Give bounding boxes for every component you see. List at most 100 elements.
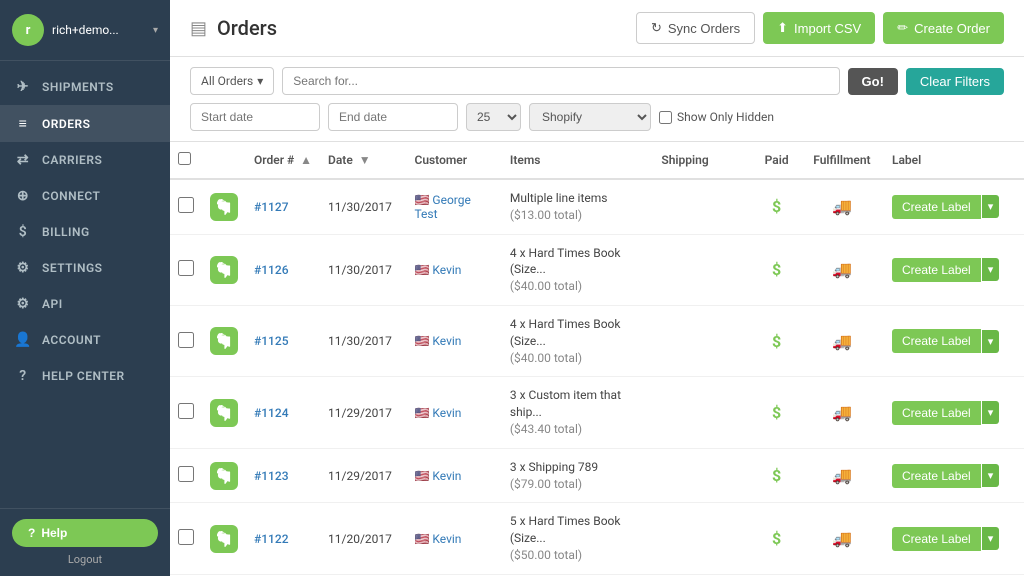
create-label-group: Create Label ▾ xyxy=(892,527,1016,551)
show-hidden-checkbox-label[interactable]: Show Only Hidden xyxy=(659,110,774,124)
sidebar-item-label: SHIPMENTS xyxy=(42,80,114,94)
order-filter-dropdown[interactable]: All Orders ▾ xyxy=(190,67,274,95)
items-description: 4 x Hard Times Book (Size...($40.00 tota… xyxy=(510,245,646,295)
sidebar-item-label: CARRIERS xyxy=(42,153,102,167)
table-row: #1124 11/29/2017 🇺🇸 Kevin 3 x Custom ite… xyxy=(170,377,1024,448)
table-row: #1126 11/30/2017 🇺🇸 Kevin 4 x Hard Times… xyxy=(170,234,1024,305)
shipping-info xyxy=(653,503,753,574)
table-row: #1123 11/29/2017 🇺🇸 Kevin 3 x Shipping 7… xyxy=(170,448,1024,503)
settings-icon: ⚙ xyxy=(14,260,32,276)
sidebar-item-carriers[interactable]: ⇄ CARRIERS xyxy=(0,142,170,178)
create-label-button[interactable]: Create Label xyxy=(892,195,981,219)
order-date: 11/29/2017 xyxy=(320,448,406,503)
go-button[interactable]: Go! xyxy=(848,68,898,95)
create-label-button[interactable]: Create Label xyxy=(892,329,981,353)
show-hidden-checkbox[interactable] xyxy=(659,111,672,124)
help-center-icon: ? xyxy=(14,368,32,384)
main-content: ▤ Orders ↻ Sync Orders ⬆ Import CSV ✏ Cr… xyxy=(170,0,1024,576)
sidebar-item-help-center[interactable]: ? HELP CENTER xyxy=(0,358,170,394)
create-label-dropdown-button[interactable]: ▾ xyxy=(982,527,1000,550)
customer-link[interactable]: Kevin xyxy=(432,469,461,483)
table-row: #1127 11/30/2017 🇺🇸 George Test Multiple… xyxy=(170,179,1024,234)
logout-link[interactable]: Logout xyxy=(12,553,158,566)
create-label-dropdown-button[interactable]: ▾ xyxy=(982,464,1000,487)
order-number-link[interactable]: #1126 xyxy=(254,263,289,277)
shipping-info xyxy=(653,305,753,376)
sidebar-item-label: ACCOUNT xyxy=(42,333,101,347)
create-label-dropdown-button[interactable]: ▾ xyxy=(982,330,1000,353)
create-label-button[interactable]: Create Label xyxy=(892,258,981,282)
sidebar-item-account[interactable]: 👤 ACCOUNT xyxy=(0,322,170,358)
row-checkbox[interactable] xyxy=(178,403,194,419)
order-date: 11/30/2017 xyxy=(320,234,406,305)
flag-icon: 🇺🇸 xyxy=(414,469,429,483)
flag-icon: 🇺🇸 xyxy=(414,406,429,420)
end-date-input[interactable] xyxy=(328,103,458,131)
col-icon-header xyxy=(202,142,246,179)
col-items-header: Items xyxy=(502,142,654,179)
paid-icon: $ xyxy=(772,332,781,351)
store-select[interactable]: Shopify WooCommerce xyxy=(529,103,651,131)
fulfillment-icon: 🚚 xyxy=(832,466,852,485)
order-number-link[interactable]: #1123 xyxy=(254,469,289,483)
shopify-store-icon xyxy=(210,462,238,490)
order-date: 11/30/2017 xyxy=(320,179,406,234)
sidebar-item-connect[interactable]: ⊕ CONNECT xyxy=(0,178,170,214)
sidebar-item-label: ORDERS xyxy=(42,117,90,131)
customer-link[interactable]: Kevin xyxy=(432,263,461,277)
create-label-dropdown-button[interactable]: ▾ xyxy=(982,258,1000,281)
customer-link[interactable]: Kevin xyxy=(432,334,461,348)
create-label-dropdown-button[interactable]: ▾ xyxy=(982,195,1000,218)
paid-icon: $ xyxy=(772,197,781,216)
orders-table: Order # ▲ Date ▼ Customer Items Shipping… xyxy=(170,142,1024,576)
start-date-input[interactable] xyxy=(190,103,320,131)
create-order-button[interactable]: ✏ Create Order xyxy=(883,12,1004,44)
row-checkbox[interactable] xyxy=(178,529,194,545)
filter-row-2: 25 50 100 Shopify WooCommerce Show Only … xyxy=(190,103,1004,131)
select-all-checkbox[interactable] xyxy=(178,152,191,165)
search-input[interactable] xyxy=(282,67,839,95)
import-csv-button[interactable]: ⬆ Import CSV xyxy=(763,12,875,44)
col-fulfillment-header: Fulfillment xyxy=(800,142,884,179)
sidebar-logo[interactable]: r rich+demo... ▾ xyxy=(0,0,170,61)
create-label-button[interactable]: Create Label xyxy=(892,527,981,551)
row-checkbox[interactable] xyxy=(178,260,194,276)
sidebar-item-shipments[interactable]: ✈ SHIPMENTS xyxy=(0,69,170,105)
row-checkbox[interactable] xyxy=(178,466,194,482)
per-page-select[interactable]: 25 50 100 xyxy=(466,103,521,131)
customer-link[interactable]: Kevin xyxy=(432,532,461,546)
create-label-dropdown-button[interactable]: ▾ xyxy=(982,401,1000,424)
order-number-link[interactable]: #1122 xyxy=(254,532,289,546)
order-number-link[interactable]: #1125 xyxy=(254,334,289,348)
sidebar-item-orders[interactable]: ≡ ORDERS xyxy=(0,105,170,142)
create-label-button[interactable]: Create Label xyxy=(892,464,981,488)
sidebar-nav: ✈ SHIPMENTS ≡ ORDERS ⇄ CARRIERS ⊕ CONNEC… xyxy=(0,61,170,508)
order-number-link[interactable]: #1124 xyxy=(254,406,289,420)
create-label-button[interactable]: Create Label xyxy=(892,401,981,425)
customer-link[interactable]: Kevin xyxy=(432,406,461,420)
row-checkbox[interactable] xyxy=(178,332,194,348)
clear-filters-button[interactable]: Clear Filters xyxy=(906,68,1004,95)
flag-icon: 🇺🇸 xyxy=(414,334,429,348)
billing-icon: $ xyxy=(14,224,32,240)
col-shipping-header: Shipping xyxy=(653,142,753,179)
order-date: 11/30/2017 xyxy=(320,305,406,376)
sidebar-item-settings[interactable]: ⚙ SETTINGS xyxy=(0,250,170,286)
col-date-header[interactable]: Date ▼ xyxy=(320,142,406,179)
shopify-store-icon xyxy=(210,193,238,221)
paid-icon: $ xyxy=(772,529,781,548)
shipping-info xyxy=(653,377,753,448)
shipping-info xyxy=(653,179,753,234)
sync-orders-button[interactable]: ↻ Sync Orders xyxy=(636,12,755,44)
order-number-link[interactable]: #1127 xyxy=(254,200,289,214)
sync-icon: ↻ xyxy=(651,20,662,36)
fulfillment-icon: 🚚 xyxy=(832,403,852,422)
table-header-row: Order # ▲ Date ▼ Customer Items Shipping… xyxy=(170,142,1024,179)
row-checkbox[interactable] xyxy=(178,197,194,213)
shopify-store-icon xyxy=(210,256,238,284)
help-button[interactable]: ? Help xyxy=(12,519,158,547)
shopify-store-icon xyxy=(210,399,238,427)
help-icon: ? xyxy=(28,526,35,540)
sidebar-item-billing[interactable]: $ BILLING xyxy=(0,214,170,250)
sidebar-item-api[interactable]: ⚙ API xyxy=(0,286,170,322)
